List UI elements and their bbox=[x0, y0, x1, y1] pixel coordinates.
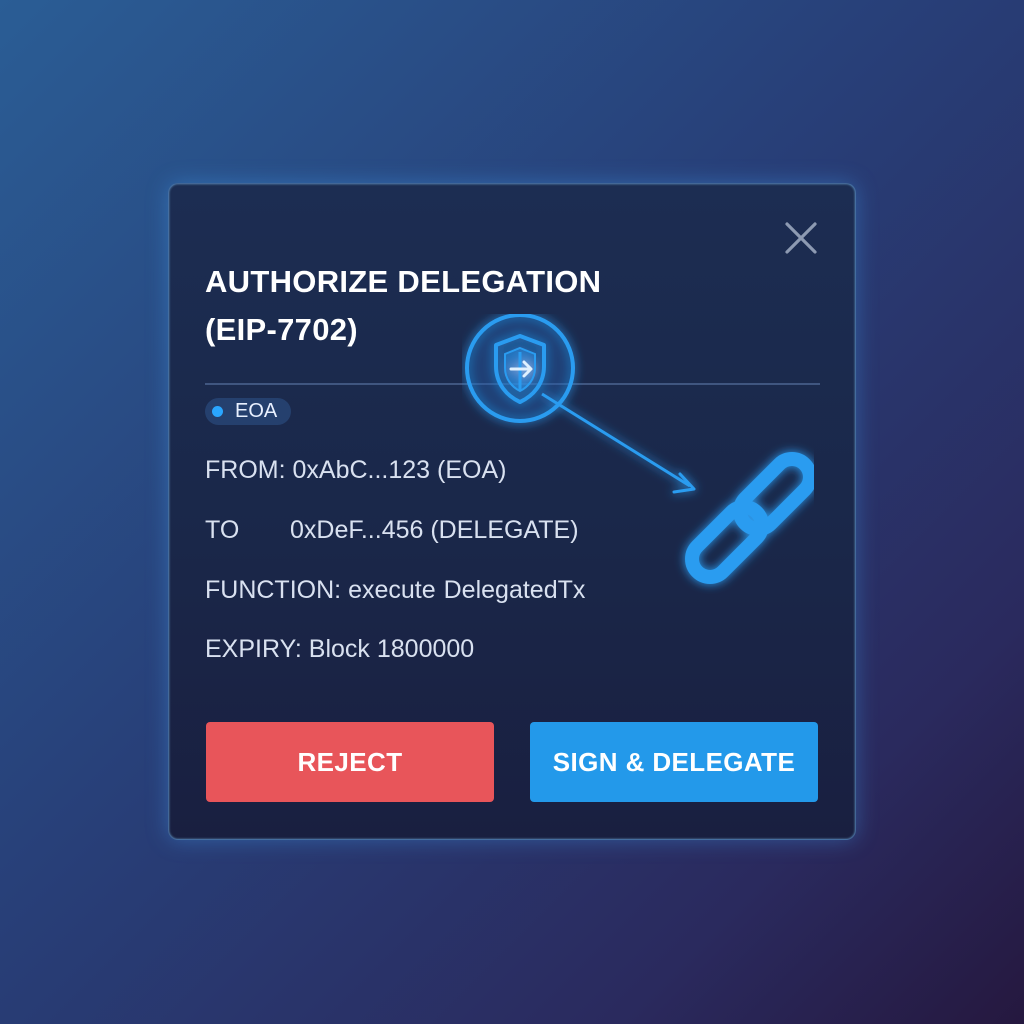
expiry-row: EXPIRY: Block 1800000 bbox=[205, 634, 474, 664]
to-row: TO 0xDeF...456 (DELEGATE) bbox=[205, 515, 579, 545]
badge-label: EOA bbox=[235, 400, 278, 422]
account-type-badge: EOA bbox=[205, 398, 292, 425]
function-value-part1: execute bbox=[348, 576, 436, 604]
sign-delegate-button[interactable]: SIGN & DELEGATE bbox=[530, 722, 818, 802]
function-label: FUNCTION: bbox=[205, 576, 342, 604]
delegation-graphic bbox=[465, 314, 814, 584]
close-icon bbox=[785, 222, 817, 254]
chain-link-icon bbox=[685, 452, 814, 584]
reject-button[interactable]: REJECT bbox=[206, 722, 494, 802]
from-label: FROM: bbox=[205, 456, 286, 484]
badge-dot bbox=[212, 406, 223, 417]
expiry-label: EXPIRY: bbox=[205, 635, 302, 663]
arrow-icon bbox=[541, 392, 696, 494]
close-button[interactable] bbox=[783, 220, 819, 256]
to-label: TO bbox=[205, 516, 240, 544]
expiry-value: Block 1800000 bbox=[308, 635, 475, 663]
dialog-title-line1: AUTHORIZE DELEGATION bbox=[205, 264, 602, 299]
